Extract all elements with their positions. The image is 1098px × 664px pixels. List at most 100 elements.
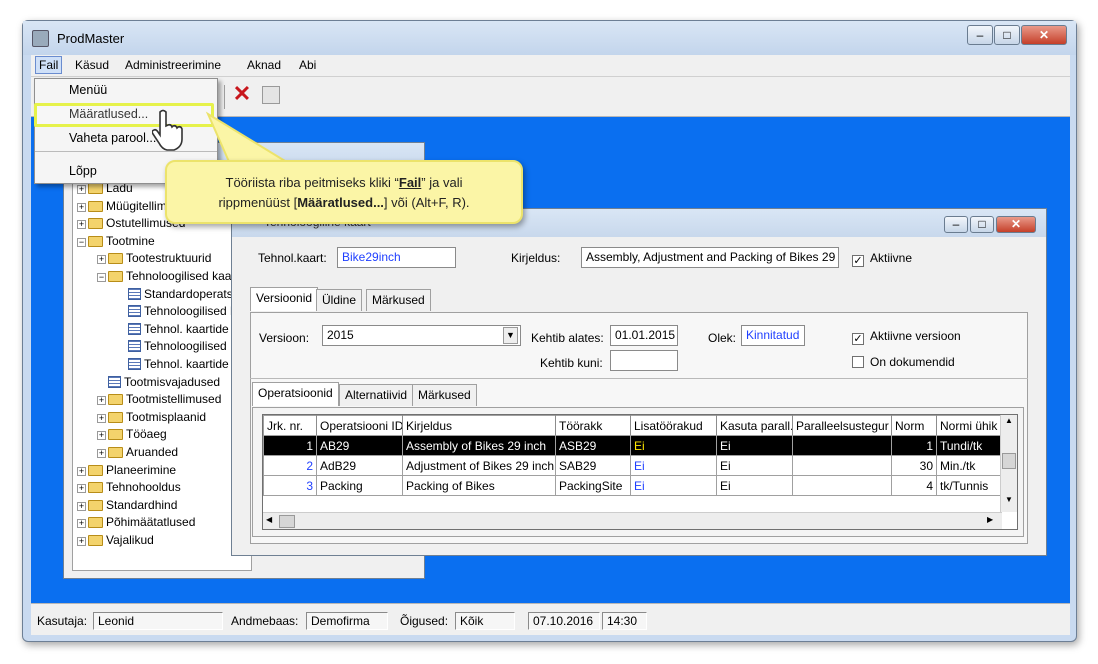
tab-operations[interactable]: Operatsioonid	[252, 382, 339, 406]
menu-administration[interactable]: Administreerimine	[125, 58, 221, 72]
table-cell[interactable]: 3	[263, 475, 317, 496]
column-header[interactable]: Jrk. nr.	[263, 415, 317, 436]
menu-help[interactable]: Abi	[299, 58, 316, 72]
table-cell[interactable]: 1	[891, 435, 937, 456]
table-cell[interactable]: Assembly of Bikes 29 inch	[402, 435, 556, 456]
tab-notes[interactable]: Märkused	[366, 289, 431, 311]
horizontal-scroll-thumb[interactable]	[279, 515, 295, 528]
tree-item[interactable]: Tehnoloogilised	[73, 338, 251, 356]
tree-item[interactable]: + Aruanded	[73, 444, 251, 462]
menu-item-change-password[interactable]: Vaheta parool...	[69, 128, 156, 148]
table-cell[interactable]: 30	[891, 455, 937, 476]
tech-card-input[interactable]: Bike29inch	[337, 247, 456, 268]
vertical-scroll-thumb[interactable]	[1002, 453, 1016, 469]
menu-file[interactable]: Fail	[35, 56, 63, 74]
status-input[interactable]: Kinnitatud	[741, 325, 805, 346]
table-cell[interactable]: 4	[891, 475, 937, 496]
expand-icon[interactable]: +	[77, 202, 86, 212]
menu-commands[interactable]: Käsud	[75, 58, 109, 72]
copy-icon[interactable]	[262, 86, 280, 104]
table-cell[interactable]: Ei	[716, 455, 793, 476]
tree-item[interactable]: Tehnol. kaartide	[73, 356, 251, 374]
table-cell[interactable]: Adjustment of Bikes 29 inch	[402, 455, 556, 476]
form-close-button[interactable]: ✕	[996, 216, 1036, 233]
tree-item[interactable]: + Tootmistellimused	[73, 391, 251, 409]
table-cell[interactable]: Ei	[716, 475, 793, 496]
tree-item[interactable]: − Tehnoloogilised kaardid	[73, 268, 251, 286]
expand-icon[interactable]: +	[77, 220, 86, 230]
version-select[interactable]: 2015 ▼	[322, 325, 521, 346]
horizontal-scrollbar[interactable]: ◀ ▶	[263, 512, 1002, 529]
delete-icon[interactable]: ✕	[230, 82, 254, 106]
column-header[interactable]: Norm	[891, 415, 937, 436]
tree-item[interactable]: + Tööaeg	[73, 426, 251, 444]
table-cell[interactable]: PackingSite	[555, 475, 631, 496]
table-cell[interactable]: Ei	[630, 455, 717, 476]
has-documents-checkbox[interactable]: On dokumendid	[852, 355, 955, 369]
tree-item[interactable]: + Tootmisplaanid	[73, 409, 251, 427]
table-cell[interactable]	[792, 435, 892, 456]
active-version-checkbox[interactable]: ✓ Aktiivne versioon	[852, 329, 961, 345]
collapse-icon[interactable]: −	[77, 237, 86, 247]
table-cell[interactable]: Ei	[630, 435, 717, 456]
valid-from-input[interactable]: 01.01.2015	[610, 325, 678, 346]
table-cell[interactable]: AB29	[316, 435, 403, 456]
table-cell[interactable]	[792, 475, 892, 496]
scroll-down-icon[interactable]: ▼	[1001, 495, 1017, 504]
column-header[interactable]: Paralleelsustegur	[792, 415, 892, 436]
table-row[interactable]: 1 AB29 Assembly of Bikes 29 inch ASB29 Ei Ei 1…	[263, 435, 1002, 456]
tree-item[interactable]: − Tootmine	[73, 233, 251, 251]
form-minimize-button[interactable]: –	[944, 216, 968, 233]
minimize-button[interactable]: –	[967, 25, 993, 45]
maximize-button[interactable]: □	[994, 25, 1020, 45]
scroll-left-icon[interactable]: ◀	[266, 515, 272, 524]
column-header[interactable]: Operatsiooni ID	[316, 415, 403, 436]
scroll-up-icon[interactable]: ▲	[1001, 416, 1017, 425]
column-header[interactable]: Kirjeldus	[402, 415, 556, 436]
tree-item[interactable]: Tootmisvajadused	[73, 374, 251, 392]
table-row[interactable]: 2 AdB29 Adjustment of Bikes 29 inch SAB29 Ei…	[263, 455, 1002, 476]
form-maximize-button[interactable]: □	[970, 216, 994, 233]
tab-remarks[interactable]: Märkused	[412, 384, 477, 406]
menu-item-exit[interactable]: Lõpp	[69, 161, 97, 181]
table-cell[interactable]: Min./tk	[936, 455, 1002, 476]
expand-icon[interactable]: +	[77, 185, 86, 194]
tab-versions[interactable]: Versioonid	[250, 287, 319, 311]
column-header[interactable]: Kasuta parall.	[716, 415, 793, 436]
collapse-icon[interactable]: −	[97, 272, 106, 282]
expand-icon[interactable]: +	[97, 448, 106, 458]
description-input[interactable]: Assembly, Adjustment and Packing of Bike…	[581, 247, 839, 268]
operations-grid[interactable]: Jrk. nr. Operatsiooni ID Kirjeldus Töörakk L…	[262, 414, 1018, 530]
expand-icon[interactable]: +	[97, 396, 106, 406]
expand-icon[interactable]: +	[77, 466, 86, 476]
table-cell[interactable]	[792, 455, 892, 476]
tab-general[interactable]: Üldine	[316, 289, 363, 311]
valid-to-input[interactable]	[610, 350, 678, 371]
chevron-down-icon[interactable]: ▼	[503, 327, 518, 344]
table-cell[interactable]: ASB29	[555, 435, 631, 456]
table-cell[interactable]: Packing of Bikes	[402, 475, 556, 496]
column-header[interactable]: Normi ühik	[936, 415, 1002, 436]
expand-icon[interactable]: +	[77, 519, 86, 529]
tree-item[interactable]: + Tehnohooldus	[73, 479, 251, 497]
column-header[interactable]: Töörakk	[555, 415, 631, 436]
menu-item-menu[interactable]: Menüü	[69, 80, 107, 100]
tree-item[interactable]: + Standardhind	[73, 497, 251, 515]
expand-icon[interactable]: +	[77, 484, 86, 494]
table-cell[interactable]: Tundi/tk	[936, 435, 1002, 456]
tree-item[interactable]: + Põhimäätatlused	[73, 514, 251, 532]
tab-alternatives[interactable]: Alternatiivid	[339, 384, 414, 406]
table-cell[interactable]: Ei	[716, 435, 793, 456]
table-cell[interactable]: 1	[263, 435, 317, 456]
tree-item[interactable]: Tehnoloogilised kaardid	[73, 303, 251, 321]
tree-item[interactable]: + Tootestruktuurid	[73, 250, 251, 268]
expand-icon[interactable]: +	[77, 501, 86, 511]
table-cell[interactable]: SAB29	[555, 455, 631, 476]
table-row[interactable]: 3 Packing Packing of Bikes PackingSite Ei Ei 4…	[263, 475, 1002, 496]
table-cell[interactable]: AdB29	[316, 455, 403, 476]
table-cell[interactable]: Packing	[316, 475, 403, 496]
navigation-tree[interactable]: + Ladu + Müügitellimused + Ostutellimused − Too…	[72, 179, 252, 571]
active-checkbox[interactable]: ✓ Aktiivne	[852, 251, 912, 267]
vertical-scrollbar[interactable]: ▲ ▼	[1000, 415, 1017, 512]
expand-icon[interactable]: +	[97, 431, 106, 441]
